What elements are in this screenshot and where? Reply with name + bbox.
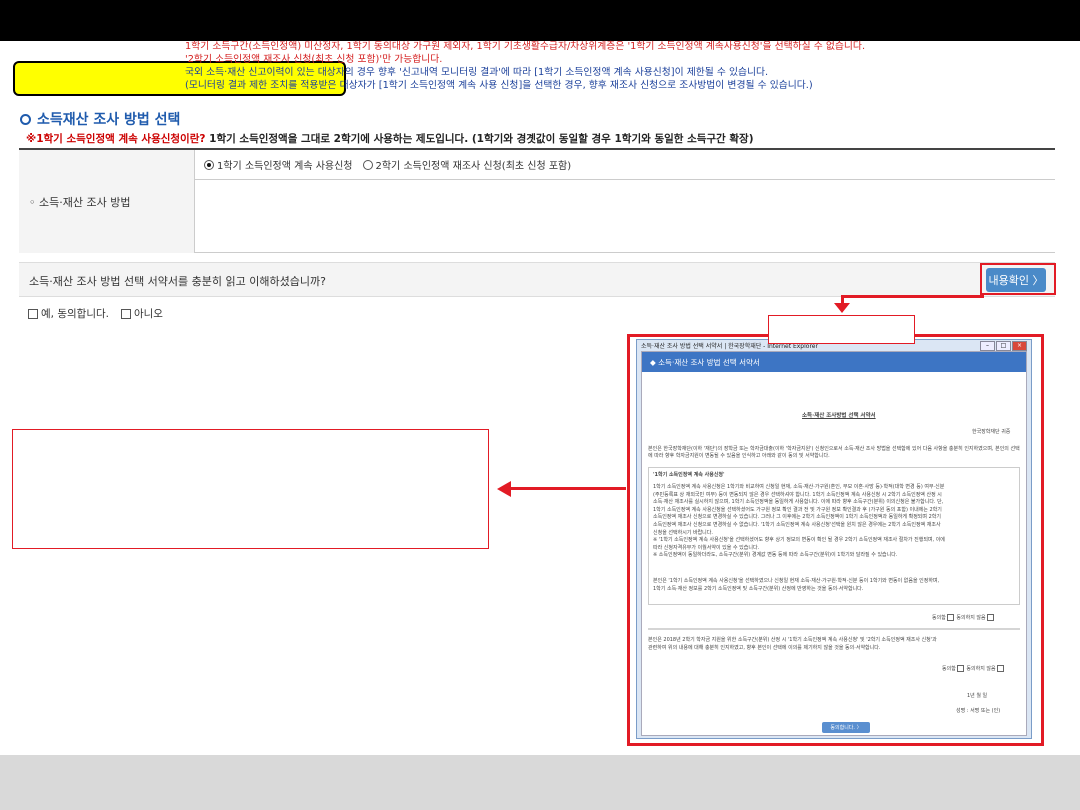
radio-reexamine[interactable] [362,159,373,170]
doc-title: 소득·재산 조사방법 선택 서약서 [802,413,876,419]
agree-no-label[interactable]: 아니오 [134,306,163,321]
doc-line: 소득인정액 재조사 신청으로 변경하실 수 있습니다. 그러나 그 이후에는 2… [653,514,941,521]
sign-line: 성명 : 서명 또는 (인) [956,708,1001,714]
circle-bullet-icon [20,113,31,125]
doc-box: '1학기 소득인정액 계속 사용신청' 1학기 소득인정액 계속 사용신청은 1… [648,467,1020,605]
desc-line: '2학기 소득인정액 재조사 신청(최초 신청 포함)'만 가능합니다. [185,54,443,65]
radio-row: 1학기 소득인정액 계속 사용신청 2학기 소득인정액 재조사 신청(최초 신청… [194,150,1055,180]
notice-text: ※1학기 소득인정액 계속 사용신청이란? 1학기 소득인정액을 그대로 2학기… [26,131,754,146]
agree-yes-checkbox[interactable] [28,308,38,319]
confirm-row: 소득·재산 조사 방법 선택 서약서를 충분히 읽고 이해하셨습니까? 내용확인… [19,262,1055,297]
doc-para2: 본인은 '1학기 소득인정액 계속 사용신청'을 선택하였으나 신청일 현재 소… [653,578,939,593]
table-header-label: ◦ 소득·재산 조사 방법 [29,195,131,209]
notice-red: ※1학기 소득인정액 계속 사용신청이란? [26,133,206,145]
doc-line: 본인은 2018년 2학기 학자금 지원을 위한 소득구간(분위) 산정 시 '… [648,637,937,643]
doc-line: 본인은 '1학기 소득인정액 계속 사용신청'을 선택하였으나 신청일 현재 소… [653,578,940,584]
desc-line: (모니터링 결과 제한 조치를 적용받은 대상자가 [1학기 소득인정액 계속 … [185,80,813,91]
agree-1-checkbox[interactable] [946,614,954,621]
window-controls: – □ × [979,341,1027,351]
popup-header-text: ◆ 소득·재산 조사 방법 선택 서약서 [650,357,760,367]
doc-line: ※ '1학기 소득인정액 계속 사용신청'을 선택하셨어도 향후 상기 정보의 … [653,537,945,544]
agree-row-2: 동의함 동의하지 않음 [942,665,1005,672]
doc-para3: 본인은 2018년 2학기 학자금 지원을 위한 소득구간(분위) 산정 시 '… [648,637,937,652]
confirm-question: 소득·재산 조사 방법 선택 서약서를 충분히 읽고 이해하셨습니까? [29,275,326,288]
agree-1-label: 동의함 [932,615,946,621]
survey-method-table: ◦ 소득·재산 조사 방법 1학기 소득인정액 계속 사용신청 2학기 소득인정… [19,148,1055,253]
popup-header: ◆ 소득·재산 조사 방법 선택 서약서 [642,352,1026,372]
doc-box-lines: 1학기 소득인정액 계속 사용신청은 1학기와 비교하여 신청일 현재, 소득·… [653,484,945,560]
pledge-popup-window: 소득·재산 조사 방법 선택 서약서 | 한국장학재단 - Internet E… [636,339,1032,739]
bottom-gray-bar [0,755,1080,810]
doc-line: 1학기 소득·재산 정보를 2학기 소득인정액 및 소득구간(분위) 산정에 반… [653,585,864,592]
arrow-left-line [510,487,626,490]
disagree-1-label: 동의하지 않음 [956,615,986,621]
agree-yes-label[interactable]: 예, 동의합니다. [41,306,109,321]
doc-org: 한국장학재단 귀중 [972,429,1011,435]
agree-row: 예, 동의합니다. 아니오 [28,306,163,321]
doc-line: 소득·재산 재조사를 실시하지 않으며, 1학기 소득인정액을 동일하게 사용합… [653,499,944,506]
section-title: 소득재산 조사 방법 선택 [20,109,180,129]
desc-line: 1학기 소득구간(소득인정액) 미산정자, 1학기 동의대상 가구원 제외자, … [185,41,866,52]
doc-intro: 본인은 한국장학재단(이하 '재단')의 장학금 또는 학자금대출(이하 '학자… [648,446,1020,459]
agree-2-checkbox[interactable] [956,665,964,672]
arrow-left-icon [497,481,511,497]
section-title-text: 소득재산 조사 방법 선택 [37,112,181,128]
minimize-icon[interactable]: – [980,341,995,351]
table-header-cell: ◦ 소득·재산 조사 방법 [19,150,195,253]
callout-box [12,429,489,549]
radio-label-continue[interactable]: 1학기 소득인정액 계속 사용신청 [217,157,353,172]
doc-line: ※ 소득인정액이 동일하더라도, 소득구간(분위) 경계값 변동 등에 따라 소… [653,552,898,559]
button-highlight-outline [980,263,1056,295]
notice-rest: 1학기 소득인정액을 그대로 2학기에 사용하는 제도입니다. (1학기와 경곗… [205,133,754,145]
disagree-2-checkbox[interactable] [996,665,1004,672]
arrow-down-icon [834,303,850,313]
radio-label-reexamine[interactable]: 2학기 소득인정액 재조사 신청(최초 신청 포함) [376,157,572,172]
popup-label-box [768,315,915,344]
top-black-bar [0,0,1080,41]
divider [648,628,1020,630]
disagree-2-label: 동의하지 않음 [966,666,996,672]
radio-continue-use[interactable] [204,159,214,170]
desc-line: 국외 소득·재산 신고이력이 있는 대상자의 경우 향후 '신고내역 모니터링 … [185,67,769,78]
agree-2-label: 동의함 [942,666,956,672]
agree-no-checkbox[interactable] [120,308,131,319]
agree-button[interactable]: 동의합니다. 〉 [822,722,870,733]
arrow-connector-horizontal [841,295,984,298]
maximize-icon[interactable]: □ [996,341,1011,351]
doc-box-title: '1학기 소득인정액 계속 사용신청' [653,472,725,478]
popup-body: ◆ 소득·재산 조사 방법 선택 서약서 소득·재산 조사방법 선택 서약서 한… [641,351,1027,736]
doc-line: 관련하여 위의 내용에 대해 충분히 인지하였고, 향후 본인이 선택에 이의를… [648,644,881,651]
date-line: 1년 월 일 [967,693,988,699]
doc-line: 소득인정액 재조사 신청으로 변경하실 수 없습니다. '1학기 소득인정액 계… [653,521,941,528]
doc-line: 1학기 소득인정액 계속 사용신청은 1학기와 비교하여 신청일 현재, 소득·… [653,484,945,490]
close-icon[interactable]: × [1012,341,1027,351]
method-description: 1학기 소득구간(소득인정액) 미산정자, 1학기 동의대상 가구원 제외자, … [185,40,865,92]
disagree-1-checkbox[interactable] [986,614,994,621]
agree-row-1: 동의함 동의하지 않음 [932,614,995,621]
